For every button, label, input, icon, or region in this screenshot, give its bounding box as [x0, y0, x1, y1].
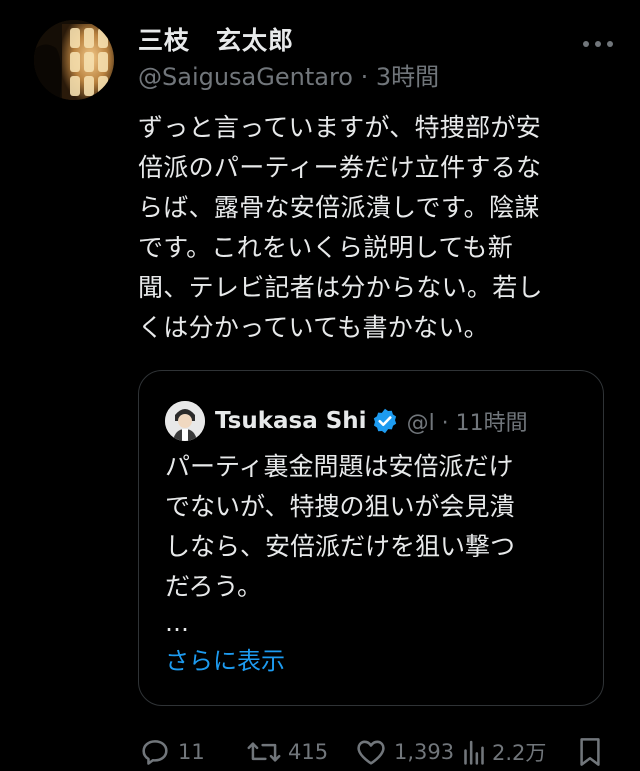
avatar-image [34, 20, 114, 100]
quoted-header: Tsukasa Shi @l · 11時間 [215, 401, 583, 441]
author-display-name[interactable]: 三枝 玄太郎 [138, 24, 616, 58]
author-handle[interactable]: @SaigusaGentaro [138, 63, 353, 91]
bookmark-button[interactable] [576, 732, 604, 771]
reply-count: 11 [178, 740, 205, 764]
tweet-timestamp[interactable]: 3時間 [376, 63, 439, 91]
bookmark-icon [580, 738, 600, 766]
tweet-actions: 11 415 1,393 2.2万 [138, 732, 640, 771]
author-avatar[interactable] [34, 20, 114, 100]
quoted-meta: @l · 11時間 [407, 405, 528, 437]
like-button[interactable]: 1,393 [354, 732, 454, 771]
quoted-author-avatar [165, 401, 205, 441]
views-button[interactable]: 2.2万 [462, 732, 546, 771]
repost-button[interactable]: 415 [246, 732, 328, 771]
heart-icon [357, 740, 385, 765]
tweet-header: 三枝 玄太郎 @SaigusaGentaro · 3時間 [138, 24, 616, 94]
repost-count: 415 [288, 740, 329, 764]
quoted-tweet[interactable]: Tsukasa Shi @l · 11時間 パーティ裏金問題は安倍派だけ でない… [138, 370, 604, 706]
author-meta: @SaigusaGentaro · 3時間 [138, 60, 616, 94]
reply-button[interactable]: 11 [138, 732, 205, 771]
show-more-link[interactable]: さらに表示 [165, 643, 285, 679]
like-count: 1,393 [394, 740, 455, 764]
quoted-text: パーティ裏金問題は安倍派だけ でないが、特捜の狙いが会見潰 しなら、安倍派だけを… [165, 452, 516, 601]
tweet[interactable]: 三枝 玄太郎 @SaigusaGentaro · 3時間 ずっと言っていますが、… [0, 0, 640, 771]
meta-separator: · [352, 63, 376, 91]
repost-icon [247, 742, 281, 762]
quoted-ellipsis: … [165, 609, 189, 637]
quoted-handle: @l [406, 411, 435, 436]
views-count: 2.2万 [492, 741, 547, 765]
views-chart-icon [464, 740, 484, 765]
quoted-author-name: Tsukasa Shi [215, 408, 367, 434]
quoted-timestamp: 11時間 [455, 411, 528, 436]
verified-badge-icon [373, 408, 396, 434]
tweet-text: ずっと言っていますが、特捜部が安 倍派のパーティー券だけ立件するな らば、露骨な… [138, 113, 543, 342]
quoted-separator: · [434, 411, 456, 436]
more-dots-icon[interactable] [580, 34, 616, 54]
reply-icon [142, 740, 168, 765]
